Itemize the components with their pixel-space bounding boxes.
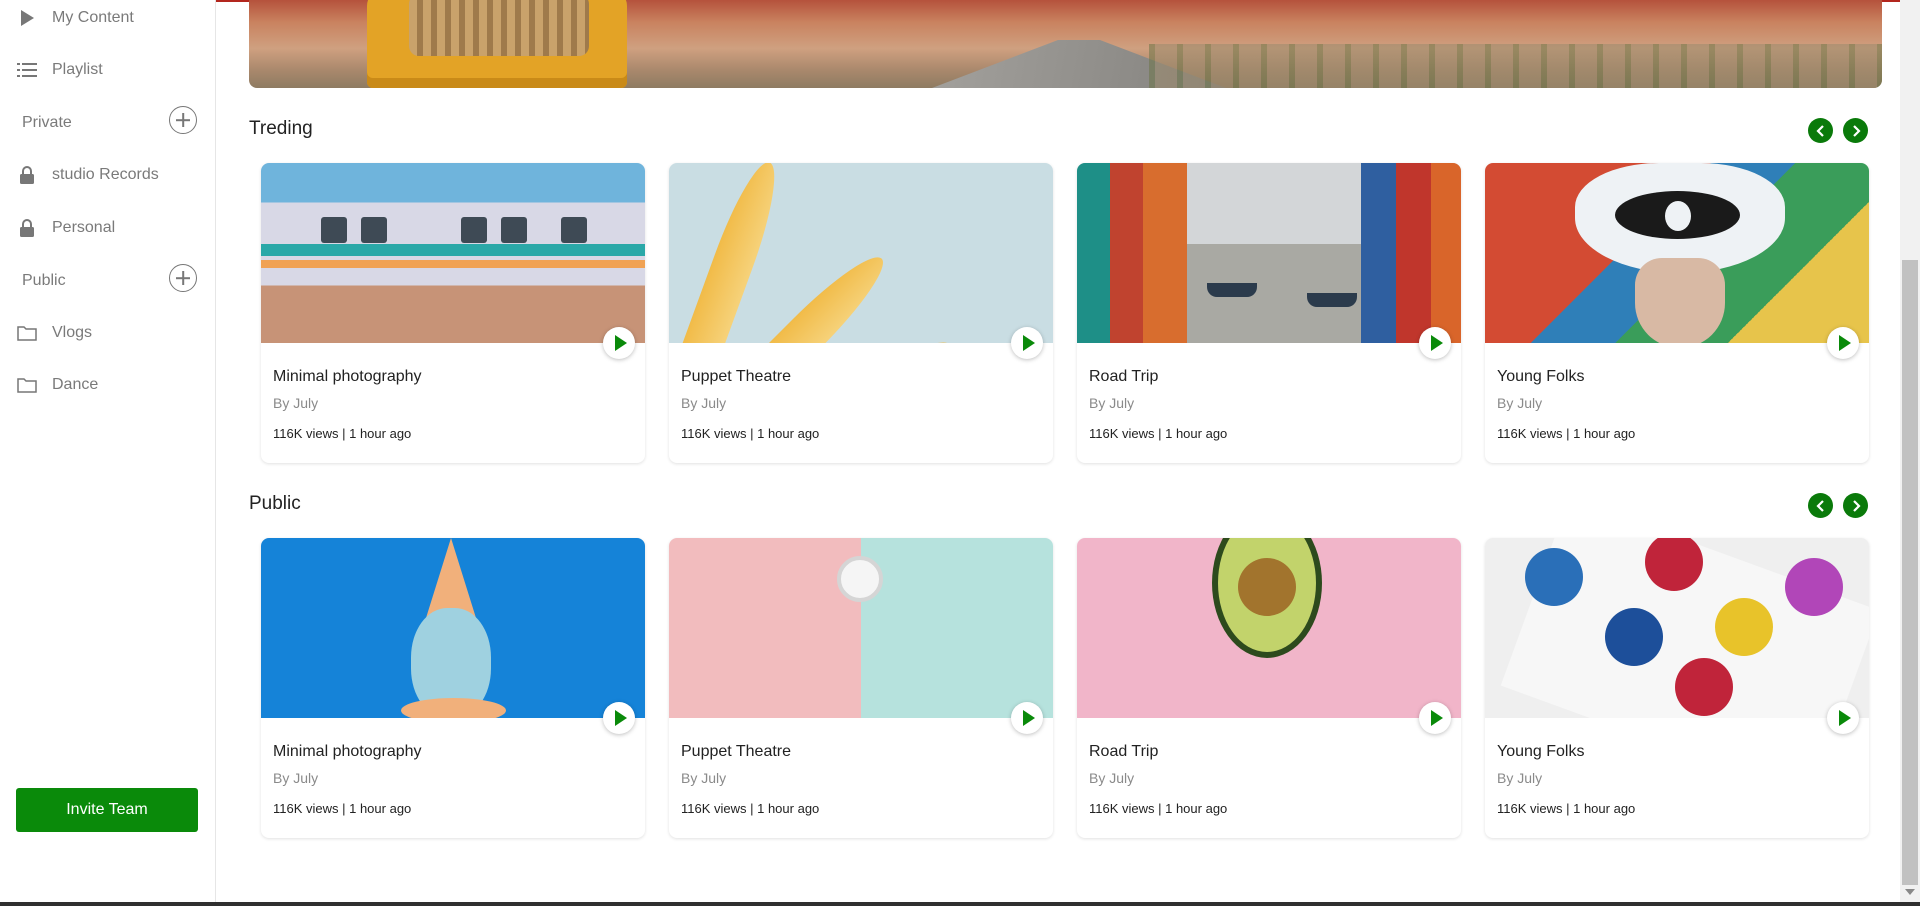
card-title: Young Folks — [1497, 743, 1585, 760]
play-button[interactable] — [603, 702, 635, 734]
play-icon — [1431, 335, 1443, 351]
play-icon — [615, 335, 627, 351]
private-heading: Private — [22, 114, 72, 131]
video-thumbnail — [261, 163, 645, 343]
play-icon — [1431, 710, 1443, 726]
public-next-button[interactable] — [1843, 493, 1868, 518]
video-card[interactable]: Young Folks By July 116K views | 1 hour … — [1485, 538, 1869, 838]
trending-prev-button[interactable] — [1808, 118, 1833, 143]
card-title: Puppet Theatre — [681, 368, 792, 385]
hero-banner-image — [249, 0, 1882, 88]
card-title: Minimal photography — [273, 368, 422, 385]
play-icon — [16, 7, 38, 29]
video-thumbnail — [1485, 538, 1869, 718]
card-author: By July — [681, 770, 727, 786]
chevron-left-icon — [1815, 124, 1824, 137]
sidebar-item-label: Personal — [52, 219, 116, 236]
scrollbar-thumb[interactable] — [1902, 260, 1918, 885]
sidebar-item-label: Vlogs — [52, 324, 93, 341]
card-meta: 116K views | 1 hour ago — [1497, 801, 1636, 816]
card-author: By July — [1497, 770, 1543, 786]
sidebar-item-label: My Content — [52, 9, 134, 26]
sidebar-item-label: studio Records — [52, 166, 159, 183]
play-button[interactable] — [1827, 327, 1859, 359]
bottom-bar — [0, 902, 1920, 906]
card-title: Minimal photography — [273, 743, 422, 760]
play-button[interactable] — [1419, 327, 1451, 359]
card-title: Puppet Theatre — [681, 743, 792, 760]
sidebar-item-label: Playlist — [52, 61, 103, 78]
video-card[interactable]: Road Trip By July 116K views | 1 hour ag… — [1077, 163, 1461, 463]
trending-next-button[interactable] — [1843, 118, 1868, 143]
invite-team-button[interactable]: Invite Team — [16, 788, 198, 832]
video-card[interactable]: Minimal photography By July 116K views |… — [261, 538, 645, 838]
play-icon — [1839, 335, 1851, 351]
card-author: By July — [1089, 770, 1135, 786]
video-thumbnail — [1485, 163, 1869, 343]
add-public-button[interactable] — [169, 264, 197, 292]
video-card[interactable]: Road Trip By July 116K views | 1 hour ag… — [1077, 538, 1461, 838]
scroll-down-arrow-icon[interactable] — [1905, 889, 1915, 895]
video-thumbnail — [261, 538, 645, 718]
lock-icon — [16, 217, 38, 239]
add-private-button[interactable] — [169, 106, 197, 134]
chevron-right-icon — [1852, 124, 1861, 137]
play-icon — [1023, 710, 1035, 726]
sidebar-item-personal[interactable]: Personal — [0, 208, 216, 248]
video-thumbnail — [669, 538, 1053, 718]
list-icon — [16, 59, 38, 81]
card-author: By July — [273, 770, 319, 786]
section-title-trending: Treding — [249, 118, 313, 139]
play-icon — [1023, 335, 1035, 351]
card-title: Road Trip — [1089, 743, 1159, 760]
chevron-right-icon — [1852, 499, 1861, 512]
folder-icon — [16, 322, 38, 344]
play-button[interactable] — [1011, 702, 1043, 734]
folder-icon — [16, 374, 38, 396]
card-meta: 116K views | 1 hour ago — [273, 426, 412, 441]
sidebar-item-playlist[interactable]: Playlist — [0, 50, 216, 90]
public-heading: Public — [22, 272, 66, 289]
sidebar: My Content Playlist Private studio Recor… — [0, 0, 216, 906]
card-author: By July — [681, 395, 727, 411]
play-button[interactable] — [1011, 327, 1043, 359]
card-meta: 116K views | 1 hour ago — [1089, 801, 1228, 816]
sidebar-item-studio-records[interactable]: studio Records — [0, 155, 216, 195]
play-button[interactable] — [1827, 702, 1859, 734]
card-title: Road Trip — [1089, 368, 1159, 385]
sidebar-item-my-content[interactable]: My Content — [0, 0, 216, 38]
chevron-left-icon — [1815, 499, 1824, 512]
card-author: By July — [1089, 395, 1135, 411]
video-card[interactable]: Minimal photography By July 116K views |… — [261, 163, 645, 463]
card-meta: 116K views | 1 hour ago — [273, 801, 412, 816]
play-button[interactable] — [603, 327, 635, 359]
card-author: By July — [273, 395, 319, 411]
lock-icon — [16, 164, 38, 186]
video-card[interactable]: Young Folks By July 116K views | 1 hour … — [1485, 163, 1869, 463]
video-card[interactable]: Puppet Theatre By July 116K views | 1 ho… — [669, 538, 1053, 838]
play-icon — [1839, 710, 1851, 726]
section-title-public: Public — [249, 493, 301, 514]
card-author: By July — [1497, 395, 1543, 411]
card-meta: 116K views | 1 hour ago — [1497, 426, 1636, 441]
sidebar-item-vlogs[interactable]: Vlogs — [0, 313, 216, 353]
sidebar-item-label: Dance — [52, 376, 99, 393]
card-meta: 116K views | 1 hour ago — [681, 801, 820, 816]
video-thumbnail — [1077, 538, 1461, 718]
sidebar-item-dance[interactable]: Dance — [0, 365, 216, 405]
card-meta: 116K views | 1 hour ago — [681, 426, 820, 441]
public-prev-button[interactable] — [1808, 493, 1833, 518]
video-thumbnail — [1077, 163, 1461, 343]
card-meta: 116K views | 1 hour ago — [1089, 426, 1228, 441]
video-thumbnail — [669, 163, 1053, 343]
card-title: Young Folks — [1497, 368, 1585, 385]
video-card[interactable]: Puppet Theatre By July 116K views | 1 ho… — [669, 163, 1053, 463]
play-icon — [615, 710, 627, 726]
play-button[interactable] — [1419, 702, 1451, 734]
